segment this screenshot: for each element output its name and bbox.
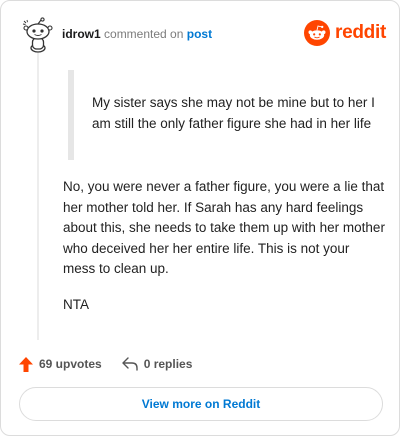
commented-on-text: commented on bbox=[104, 27, 184, 41]
replies-button[interactable]: 0 replies bbox=[122, 357, 193, 371]
reply-count: 0 replies bbox=[143, 357, 193, 371]
upvote-count: 69 upvotes bbox=[39, 357, 102, 371]
comment-actions: 69 upvotes 0 replies bbox=[19, 354, 192, 374]
quote-bar bbox=[68, 70, 74, 160]
upvote-arrow-icon bbox=[19, 356, 33, 372]
username-link[interactable]: idrow1 bbox=[62, 27, 101, 41]
view-more-button[interactable]: View more on Reddit bbox=[19, 387, 383, 421]
reddit-snoo-logo-icon bbox=[304, 20, 331, 46]
post-link[interactable]: post bbox=[187, 27, 212, 41]
user-avatar[interactable] bbox=[21, 17, 55, 53]
comment-paragraph: NTA bbox=[63, 296, 89, 312]
comment-byline: idrow1 commented on post bbox=[62, 27, 212, 41]
embedded-comment-card: idrow1 commented on post reddit My siste… bbox=[0, 0, 400, 436]
thread-line bbox=[37, 53, 39, 340]
reddit-logo[interactable]: reddit bbox=[304, 19, 386, 47]
comment-paragraph: No, you were never a father figure, you … bbox=[63, 179, 385, 276]
snoo-avatar-icon bbox=[22, 17, 53, 53]
comment-header: idrow1 commented on post reddit bbox=[21, 17, 386, 53]
quoted-text: My sister says she may not be mine but t… bbox=[92, 95, 375, 131]
reddit-wordmark: reddit bbox=[335, 22, 386, 43]
reply-arrow-icon bbox=[122, 357, 138, 371]
upvote-button[interactable]: 69 upvotes bbox=[19, 356, 102, 372]
comment-body: No, you were never a father figure, you … bbox=[63, 177, 385, 330]
